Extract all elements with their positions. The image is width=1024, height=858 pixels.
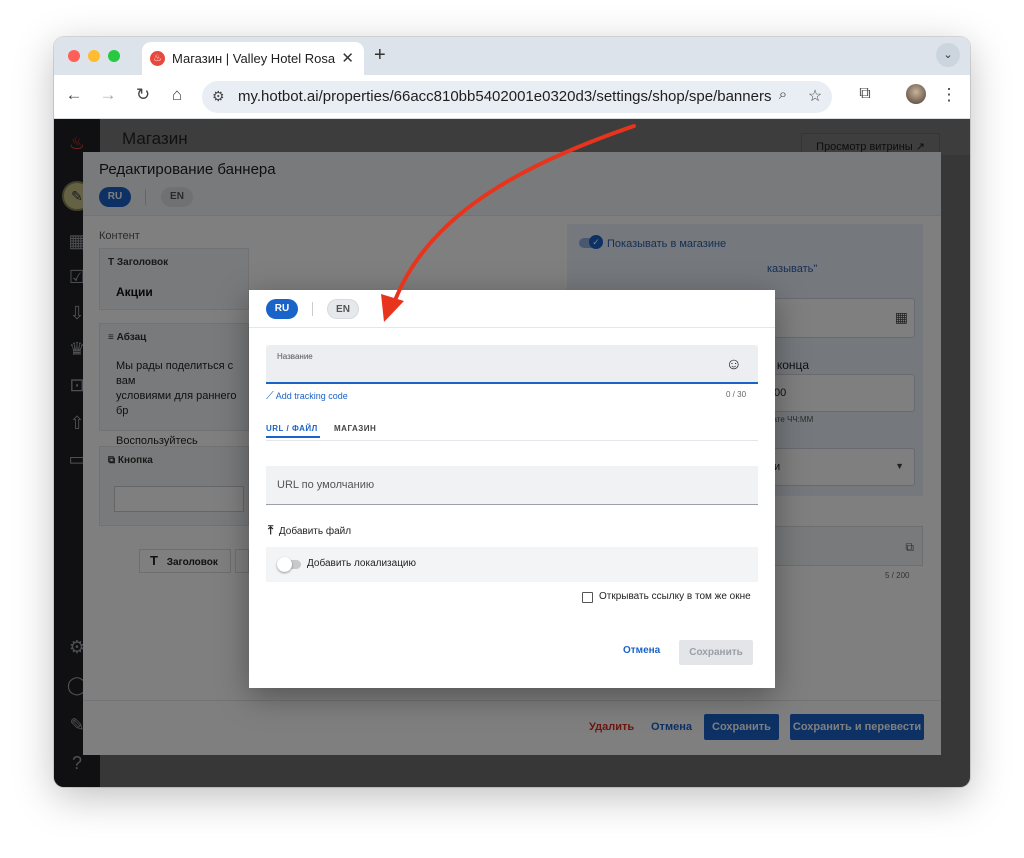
home-icon[interactable]: ⌂ (166, 85, 188, 105)
back-icon[interactable]: ← (63, 85, 85, 105)
same-window-label[interactable]: Открывать ссылку в том же окне (599, 591, 751, 602)
address-bar[interactable]: ⚙ my.hotbot.ai/properties/66acc810bb5402… (202, 81, 832, 113)
site-settings-icon[interactable]: ⚙ (212, 88, 225, 105)
bookmark-star-icon[interactable]: ☆ (804, 86, 826, 106)
tab-title: Магазин | Valley Hotel Rosa Khutor (172, 51, 336, 66)
browser-tab[interactable]: ♨ Магазин | Valley Hotel Rosa Khutor ✕ (142, 42, 364, 75)
active-tab-indicator (266, 436, 320, 438)
tab-url-file[interactable]: URL / ФАЙЛ (266, 424, 318, 433)
trend-icon: ⟋ (266, 390, 274, 402)
modal-cancel-button[interactable]: Отмена (623, 645, 660, 656)
forward-icon[interactable]: → (97, 85, 119, 105)
name-input[interactable]: Название ☺ (266, 345, 758, 384)
modal-save-button[interactable]: Сохранить (679, 640, 753, 665)
browser-toolbar: ← → ↻ ⌂ ⚙ my.hotbot.ai/properties/66acc8… (54, 75, 970, 119)
add-tracking-code-link[interactable]: ⟋ Add tracking code (266, 390, 348, 403)
url-placeholder: URL по умолчанию (277, 479, 375, 491)
tabs-divider (266, 440, 758, 441)
minimize-window-button[interactable] (88, 50, 100, 62)
reload-icon[interactable]: ↻ (132, 85, 154, 105)
emoji-icon[interactable]: ☺ (726, 356, 742, 374)
name-label: Название (277, 352, 313, 361)
localization-label: Добавить локализацию (307, 558, 417, 569)
name-counter: 0 / 30 (726, 390, 747, 399)
tab-strip: ♨ Магазин | Valley Hotel Rosa Khutor ✕ +… (54, 37, 970, 75)
zoom-icon[interactable]: ⌕ (772, 86, 794, 103)
add-file-button[interactable]: ⤒ Добавить файл (268, 523, 351, 538)
hotbot-favicon-icon: ♨ (150, 51, 165, 66)
lang-tab-ru[interactable]: RU (266, 299, 298, 319)
browser-window: ♨ Магазин | Valley Hotel Rosa Khutor ✕ +… (54, 37, 970, 787)
chevron-down-icon[interactable]: ⌄ (936, 43, 960, 67)
modal-header: RU EN (249, 290, 775, 328)
zoom-window-button[interactable] (108, 50, 120, 62)
lang-tab-en[interactable]: EN (327, 299, 359, 319)
toggle-knob[interactable] (277, 557, 292, 572)
same-window-checkbox[interactable] (582, 592, 593, 603)
new-tab-icon[interactable]: + (374, 44, 386, 67)
close-tab-icon[interactable]: ✕ (341, 49, 354, 67)
page-content: ♨ ✎ ▦ ☑ ⇩ ♛ ⊡ ⇧ ▭ ⚙ ◯ ✎ ? Магазин Просмо… (54, 119, 970, 787)
default-url-input[interactable]: URL по умолчанию (266, 466, 758, 505)
more-menu-icon[interactable]: ⋮ (938, 85, 960, 105)
extensions-icon[interactable]: ⧉ (854, 85, 876, 103)
lang-divider (312, 302, 313, 316)
close-window-button[interactable] (68, 50, 80, 62)
avatar[interactable] (906, 84, 926, 104)
url-text[interactable]: my.hotbot.ai/properties/66acc810bb540200… (238, 88, 771, 105)
upload-icon: ⤒ (268, 523, 274, 537)
add-localization-row[interactable]: Добавить локализацию (266, 547, 758, 582)
tab-shop[interactable]: МАГАЗИН (334, 424, 376, 433)
button-link-modal: RU EN Название ☺ ⟋ Add tracking code 0 /… (249, 290, 775, 688)
